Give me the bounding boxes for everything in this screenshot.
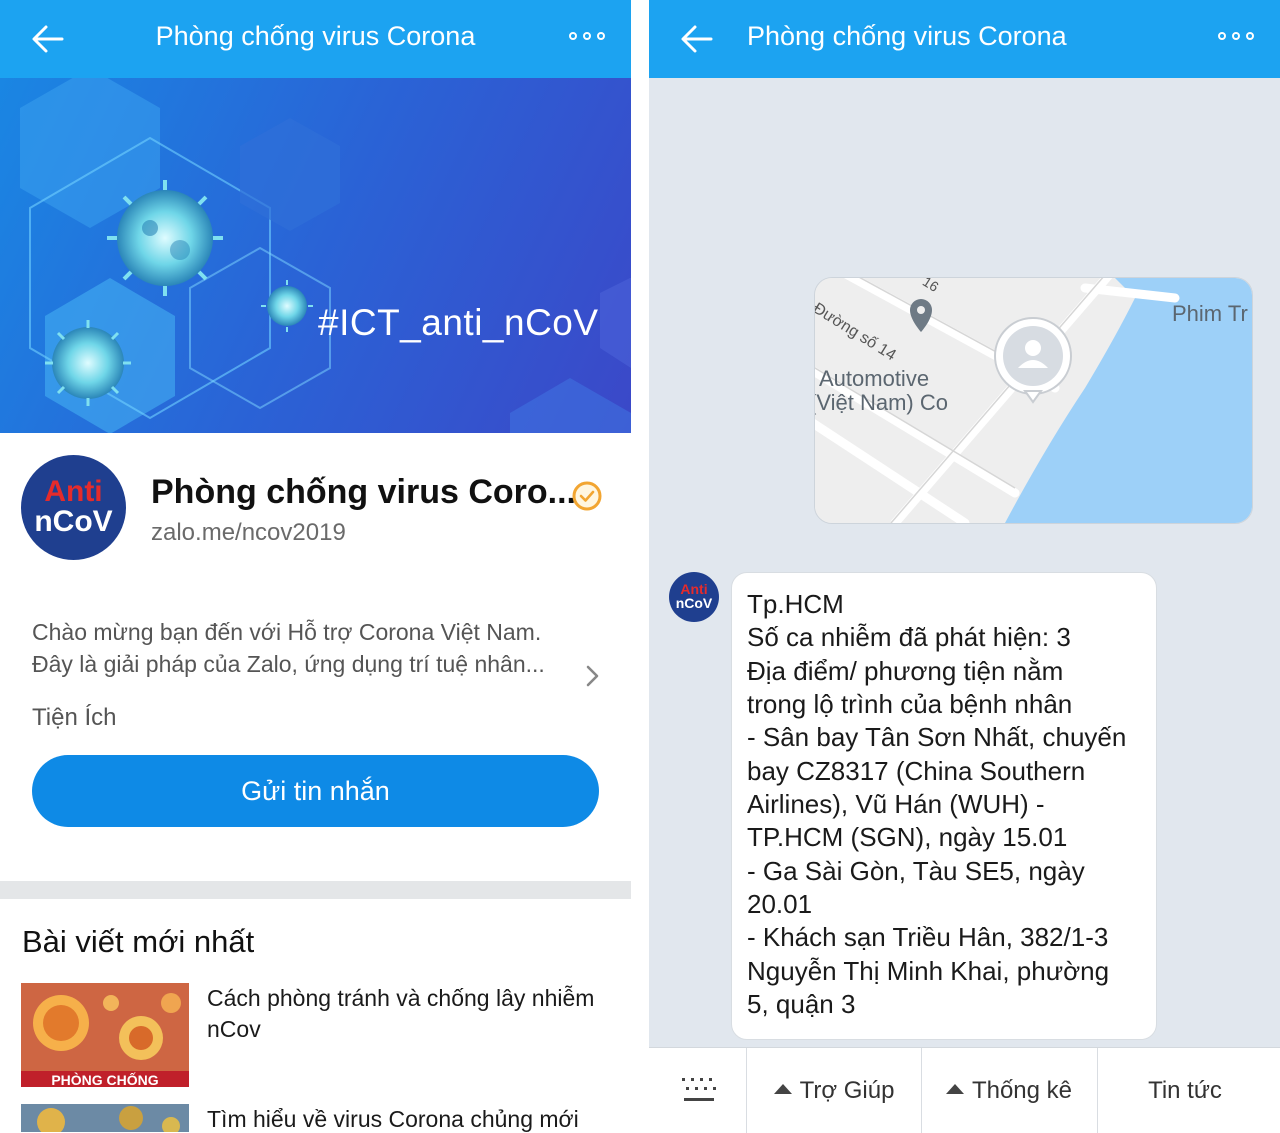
cover-banner: #ICT_anti_nCoV: [0, 78, 631, 433]
message-line: - Khách sạn Triều Hân, 382/1-3: [747, 922, 1109, 952]
page-name: Phòng chống virus Coro...: [151, 473, 576, 511]
keyboard-icon: [682, 1078, 716, 1101]
header-bar: Phòng chống virus Corona: [649, 0, 1280, 78]
virus-image: [21, 1104, 189, 1132]
bottom-menu: Trợ Giúp Thống kê Tin tức: [649, 1047, 1280, 1133]
message-line: 20.01: [747, 889, 813, 919]
message-line: Airlines), Vũ Hán (WUH) -: [747, 789, 1045, 819]
article-thumbnail[interactable]: PHÒNG CHỐNG: [21, 983, 189, 1087]
menu-news-label: Tin tức: [1148, 1077, 1222, 1104]
message-line: - Ga Sài Gòn, Tàu SE5, ngày: [747, 856, 1085, 886]
map-poi-line2: (Việt Nam) Co: [814, 390, 948, 415]
thumbnail-caption: PHÒNG CHỐNG: [51, 1072, 159, 1087]
map-place-label: Phim Tr: [1172, 301, 1248, 326]
latest-posts-title: Bài viết mới nhất: [22, 924, 255, 959]
map-poi-line1: Automotive: [819, 366, 930, 391]
more-options-icon[interactable]: [1218, 24, 1258, 48]
message-line: 5, quận 3: [747, 989, 856, 1019]
message-line: Địa điểm/ phương tiện nằm: [747, 656, 1064, 686]
screen-gap: [631, 0, 649, 1132]
virus-pattern-illustration: [20, 78, 631, 433]
caret-up-icon: [773, 1083, 792, 1094]
section-divider: [0, 881, 631, 899]
menu-stats[interactable]: Thống kê: [922, 1048, 1096, 1133]
page-link[interactable]: zalo.me/ncov2019: [151, 519, 346, 547]
message-line: Số ca nhiễm đã phát hiện: 3: [747, 622, 1071, 652]
menu-help-label: Trợ Giúp: [799, 1077, 895, 1104]
banner-hashtag: #ICT_anti_nCoV: [318, 302, 599, 343]
keyboard-toggle[interactable]: [649, 1048, 746, 1133]
location-map-card[interactable]: Đường số 14 16 Automotive (Việt Nam) Co …: [814, 277, 1253, 524]
menu-news[interactable]: Tin tức: [1098, 1048, 1272, 1133]
avatar-ncov-text: nCoV: [34, 505, 113, 538]
send-message-button[interactable]: Gửi tin nhắn: [32, 755, 599, 827]
article-thumbnail[interactable]: [21, 1104, 189, 1132]
menu-stats-label: Thống kê: [971, 1077, 1073, 1104]
header-title: Phòng chống virus Corona: [155, 21, 476, 51]
article-title[interactable]: Tìm hiểu về virus Corona chủng mới: [207, 1104, 607, 1132]
article-title[interactable]: Cách phòng tránh và chống lây nhiễm nCov: [207, 983, 607, 1045]
sender-avatar[interactable]: Anti nCoV: [669, 572, 719, 622]
message-line: bay CZ8317 (China Southern: [747, 756, 1086, 786]
message-line: Tp.HCM: [747, 589, 844, 619]
menu-help[interactable]: Trợ Giúp: [747, 1048, 921, 1133]
message-line: trong lộ trình của bệnh nhân: [747, 689, 1073, 719]
caret-up-icon: [945, 1083, 964, 1094]
back-arrow-icon[interactable]: [677, 19, 717, 59]
avatar-ncov-text: nCoV: [675, 595, 713, 611]
avatar-anti-text: Anti: [44, 475, 103, 508]
more-options-icon[interactable]: [569, 24, 609, 48]
message-line: Nguyễn Thị Minh Khai, phường: [747, 956, 1110, 986]
header-title: Phòng chống virus Corona: [747, 21, 1067, 51]
verified-check-icon: [572, 481, 602, 511]
message-line: TP.HCM (SGN), ngày 15.01: [747, 822, 1068, 852]
page-description-line2: Đây là giải pháp của Zalo, ứng dụng trí …: [32, 651, 545, 677]
page-description-line1: Chào mừng bạn đến với Hỗ trợ Corona Việt…: [32, 619, 542, 645]
page-info-screen: Phòng chống virus Corona #ICT_anti_nCoV …: [0, 0, 631, 1132]
page-avatar[interactable]: Anti nCoV: [21, 455, 126, 560]
chevron-right-icon[interactable]: [582, 663, 602, 689]
header-bar: Phòng chống virus Corona: [0, 0, 631, 78]
utilities-label[interactable]: Tiện Ích: [32, 704, 116, 732]
message-line: - Sân bay Tân Sơn Nhất, chuyến: [747, 722, 1127, 752]
